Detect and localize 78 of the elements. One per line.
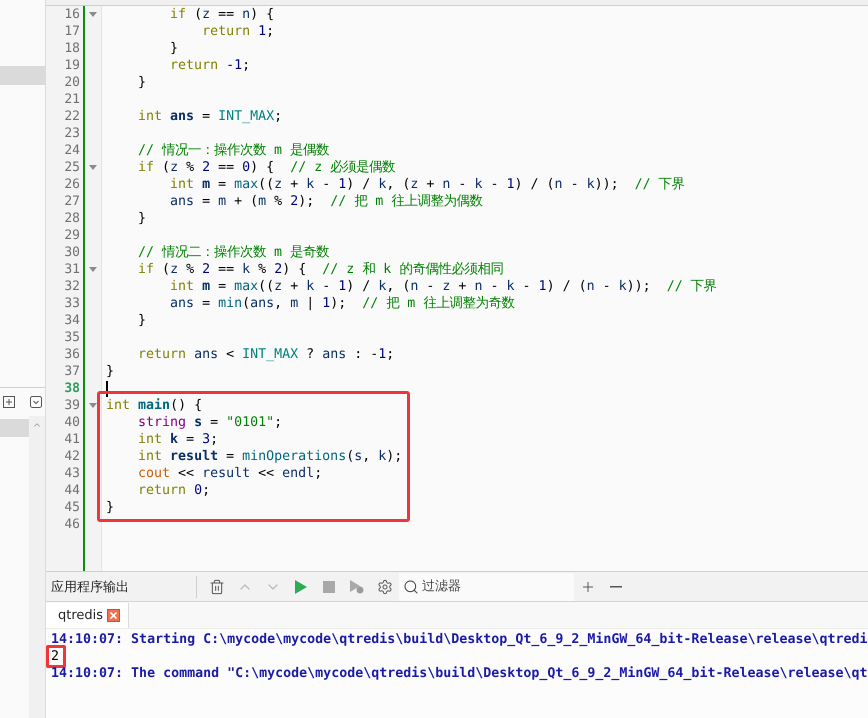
line-number: 18	[63, 40, 80, 57]
code-line: int main() {	[106, 397, 202, 414]
line-number: 35	[63, 329, 80, 346]
code-line: int k = 3;	[137, 431, 218, 448]
code-line: return 0;	[137, 482, 210, 499]
output-line: 2	[51, 649, 60, 664]
code-line: }	[137, 210, 146, 227]
line-number: 29	[63, 227, 80, 244]
line-number: 45	[63, 499, 80, 516]
line-number: 26	[63, 176, 80, 193]
output-line: 14:10:07: The command "C:\mycode\mycode\qtredis\build\Desktop_Qt_6_9_2_MinGW_64_bit-Release\release\qt	[51, 666, 868, 681]
code-line: ans = m + (m % 2); // 把 m 往上调整为偶数	[169, 193, 482, 210]
stop-icon	[323, 580, 335, 592]
settings-icon	[377, 578, 393, 594]
filter-field[interactable]: 过滤器	[399, 572, 574, 600]
line-number: 38	[63, 380, 80, 397]
split-add-icon[interactable]	[3, 396, 15, 408]
code-line: if (z % 2 == 0) { // z 必须是偶数	[137, 159, 396, 176]
code-line: return ans < INT_MAX ? ans : -1;	[137, 346, 394, 363]
code-line: cout << result << endl;	[137, 465, 322, 482]
code-line: }	[106, 363, 114, 380]
fold-arrow-icon[interactable]	[89, 403, 97, 408]
line-number: 39	[63, 397, 80, 414]
code-line: }	[169, 40, 178, 57]
panel-title: 应用程序输出	[51, 578, 129, 596]
code-line: return 1;	[201, 23, 274, 40]
line-number: 19	[63, 57, 80, 74]
line-number: 34	[63, 312, 80, 329]
code-line: if (z % 2 == k % 2) { // z 和 k 的奇偶性必须相同	[137, 261, 504, 278]
code-line: string s = "0101";	[137, 414, 282, 431]
code-line: ans = min(ans, m | 1); // 把 m 往上调整为奇数	[169, 295, 514, 312]
output-tab[interactable]: qtredis	[46, 603, 130, 628]
play-bug-icon	[350, 580, 364, 594]
line-number: 31	[63, 261, 80, 278]
line-number: 21	[63, 91, 80, 108]
line-number: 46	[63, 516, 80, 533]
line-number: 28	[63, 210, 80, 227]
line-number: 24	[63, 142, 80, 159]
code-line: int ans = INT_MAX;	[137, 108, 282, 125]
line-number: 40	[63, 414, 80, 431]
fold-arrow-icon[interactable]	[89, 267, 97, 272]
fold-arrow-icon[interactable]	[89, 12, 97, 17]
code-line: // 情况二：操作次数 m 是奇数	[137, 244, 330, 261]
code-line: if (z == n) {	[169, 6, 274, 23]
output-line: 14:10:07: Starting C:\mycode\mycode\qtredis\build\Desktop_Qt_6_9_2_MinGW_64_bit-Release\release\qtredi	[51, 632, 868, 647]
line-number: 25	[63, 159, 80, 176]
line-number: 42	[63, 448, 80, 465]
code-line: int result = minOperations(s, k);	[137, 448, 402, 465]
trash-icon	[209, 578, 225, 594]
code-line: return -1;	[169, 57, 250, 74]
scrollbar[interactable]	[29, 416, 45, 718]
line-number: 33	[63, 295, 80, 312]
minus-icon	[610, 586, 622, 588]
line-number: 43	[63, 465, 80, 482]
line-number: 20	[63, 74, 80, 91]
dropdown-icon[interactable]	[30, 396, 42, 408]
line-number: 16	[63, 6, 80, 23]
code-line: int m = max((z + k - 1) / k, (z + n - k - 1) / (n - k)); // 下界	[169, 176, 685, 193]
line-number: 32	[63, 278, 80, 295]
line-number: 23	[63, 125, 80, 142]
line-number: 41	[63, 431, 80, 448]
code-line: int m = max((z + k - 1) / k, (n - z + n - k - 1) / (n - k)); // 下界	[169, 278, 717, 295]
code-line: }	[137, 312, 146, 329]
line-number: 37	[63, 363, 80, 380]
line-number: 17	[63, 23, 80, 40]
close-icon[interactable]	[107, 609, 120, 622]
line-number: 27	[63, 193, 80, 210]
code-line: }	[137, 74, 146, 91]
fold-arrow-icon[interactable]	[89, 165, 97, 170]
line-number: 44	[63, 482, 80, 499]
line-number: 30	[63, 244, 80, 261]
code-line: }	[106, 499, 114, 516]
line-number: 22	[63, 108, 80, 125]
line-number: 36	[63, 346, 80, 363]
play-icon	[295, 580, 307, 594]
text-cursor	[106, 380, 108, 396]
search-icon	[403, 578, 419, 594]
code-line: // 情况一：操作次数 m 是偶数	[137, 142, 330, 159]
